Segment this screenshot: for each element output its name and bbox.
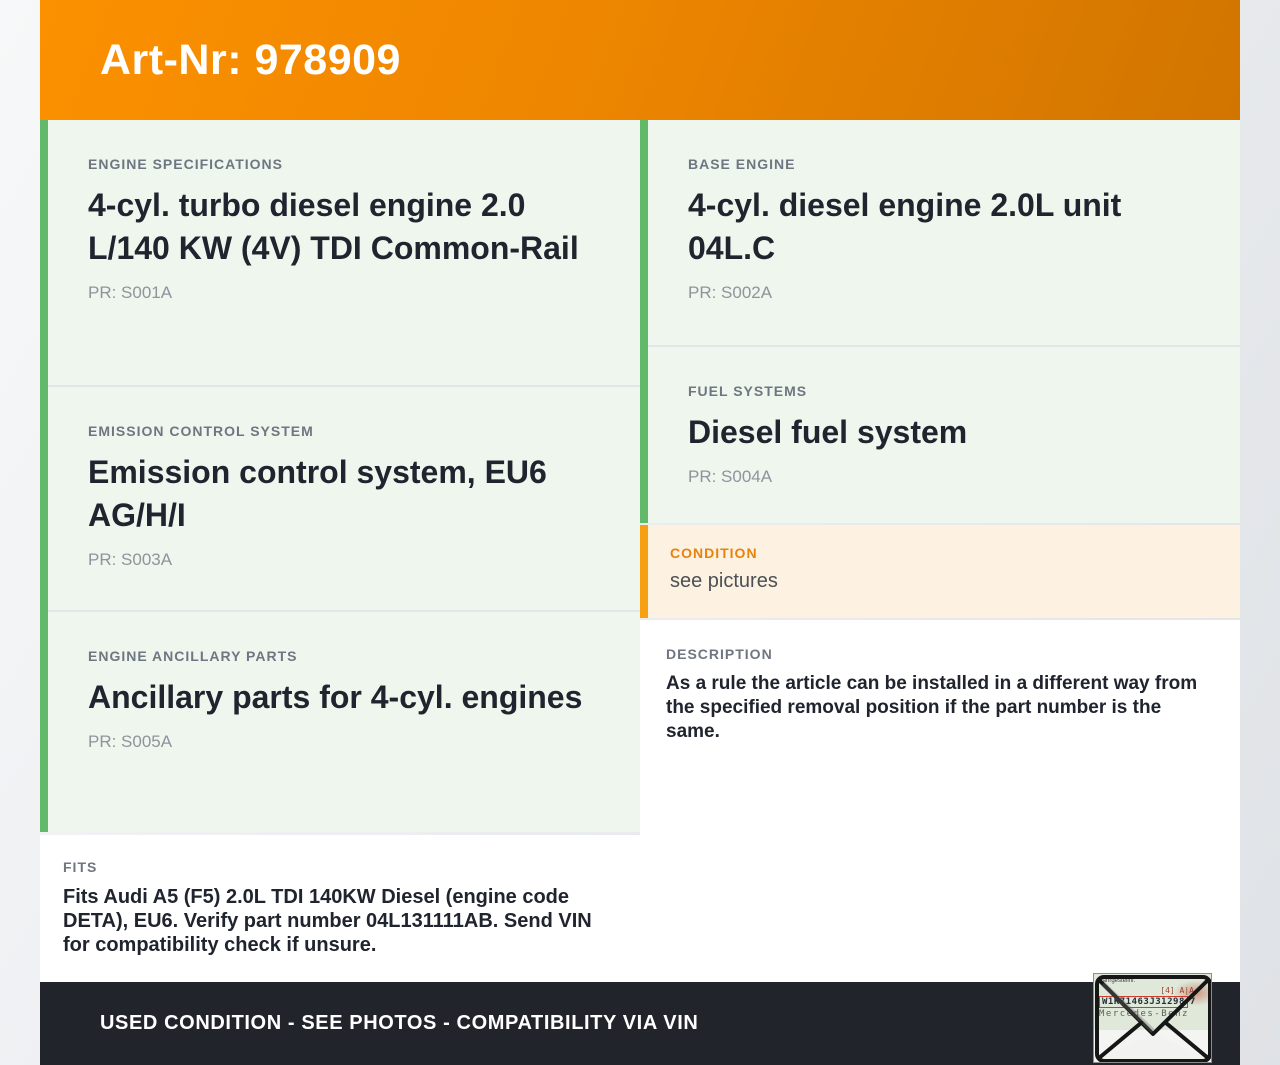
card-title: Emission control system, EU6 AG/H/I bbox=[88, 454, 547, 533]
spec-card-emission-control: EMISSION CONTROL SYSTEM Emission control… bbox=[48, 385, 640, 610]
vin-document-photo: Fahrgestellnr. [4] A|A W1K71463J31298 7 … bbox=[1093, 973, 1212, 1063]
spec-card-base-engine: BASE ENGINE 4-cyl. diesel engine 2.0L un… bbox=[648, 120, 1240, 345]
card-pr-code: PR: S004A bbox=[688, 467, 773, 486]
content-columns: ENGINE SPECIFICATIONS 4-cyl. turbo diese… bbox=[40, 120, 1240, 982]
condition-label: CONDITION bbox=[670, 545, 758, 561]
card-label: EMISSION CONTROL SYSTEM bbox=[88, 423, 314, 439]
card-pr-code: PR: S003A bbox=[88, 550, 173, 569]
card-label: BASE ENGINE bbox=[688, 156, 796, 172]
footer-text: USED CONDITION - SEE PHOTOS - COMPATIBIL… bbox=[100, 1012, 699, 1034]
card-pr-code: PR: S002A bbox=[688, 283, 773, 302]
description-label: DESCRIPTION bbox=[666, 646, 773, 662]
description-section: DESCRIPTION As a rule the article can be… bbox=[640, 620, 1240, 982]
card-label: FUEL SYSTEMS bbox=[688, 383, 808, 399]
card-title: 4-cyl. turbo diesel engine 2.0 L/140 KW … bbox=[88, 187, 579, 266]
card-pr-code: PR: S001A bbox=[88, 283, 173, 302]
envelope-icon bbox=[1095, 975, 1211, 1062]
right-spec-card-stack: BASE ENGINE 4-cyl. diesel engine 2.0L un… bbox=[640, 120, 1240, 523]
condition-card: CONDITION see pictures bbox=[640, 525, 1240, 618]
fits-label: FITS bbox=[63, 859, 98, 875]
card-title: Diesel fuel system bbox=[688, 414, 968, 450]
header-banner: Art-Nr: 978909 bbox=[40, 0, 1240, 120]
fits-card: FITS Fits Audi A5 (F5) 2.0L TDI 140KW Di… bbox=[40, 835, 640, 982]
right-column: BASE ENGINE 4-cyl. diesel engine 2.0L un… bbox=[640, 120, 1240, 982]
left-spec-card-stack: ENGINE SPECIFICATIONS 4-cyl. turbo diese… bbox=[40, 120, 640, 832]
article-number-title: Art-Nr: 978909 bbox=[100, 35, 401, 84]
spec-card-fuel-systems: FUEL SYSTEMS Diesel fuel system PR: S004… bbox=[648, 345, 1240, 523]
condition-text: see pictures bbox=[670, 570, 778, 592]
card-label: ENGINE ANCILLARY PARTS bbox=[88, 648, 298, 664]
spec-card-ancillary-parts: ENGINE ANCILLARY PARTS Ancillary parts f… bbox=[48, 610, 640, 832]
footer-banner: USED CONDITION - SEE PHOTOS - COMPATIBIL… bbox=[40, 982, 1240, 1065]
card-pr-code: PR: S005A bbox=[88, 732, 173, 751]
description-text: As a rule the article can be installed i… bbox=[666, 673, 1198, 742]
card-label: ENGINE SPECIFICATIONS bbox=[88, 156, 283, 172]
spec-card-engine-specifications: ENGINE SPECIFICATIONS 4-cyl. turbo diese… bbox=[48, 120, 640, 385]
listing-page: Art-Nr: 978909 ENGINE SPECIFICATIONS 4-c… bbox=[40, 0, 1240, 1065]
left-column: ENGINE SPECIFICATIONS 4-cyl. turbo diese… bbox=[40, 120, 640, 982]
card-title: 4-cyl. diesel engine 2.0L unit 04L.C bbox=[688, 187, 1122, 266]
card-title: Ancillary parts for 4-cyl. engines bbox=[88, 679, 583, 715]
fits-text: Fits Audi A5 (F5) 2.0L TDI 140KW Diesel … bbox=[63, 886, 592, 956]
